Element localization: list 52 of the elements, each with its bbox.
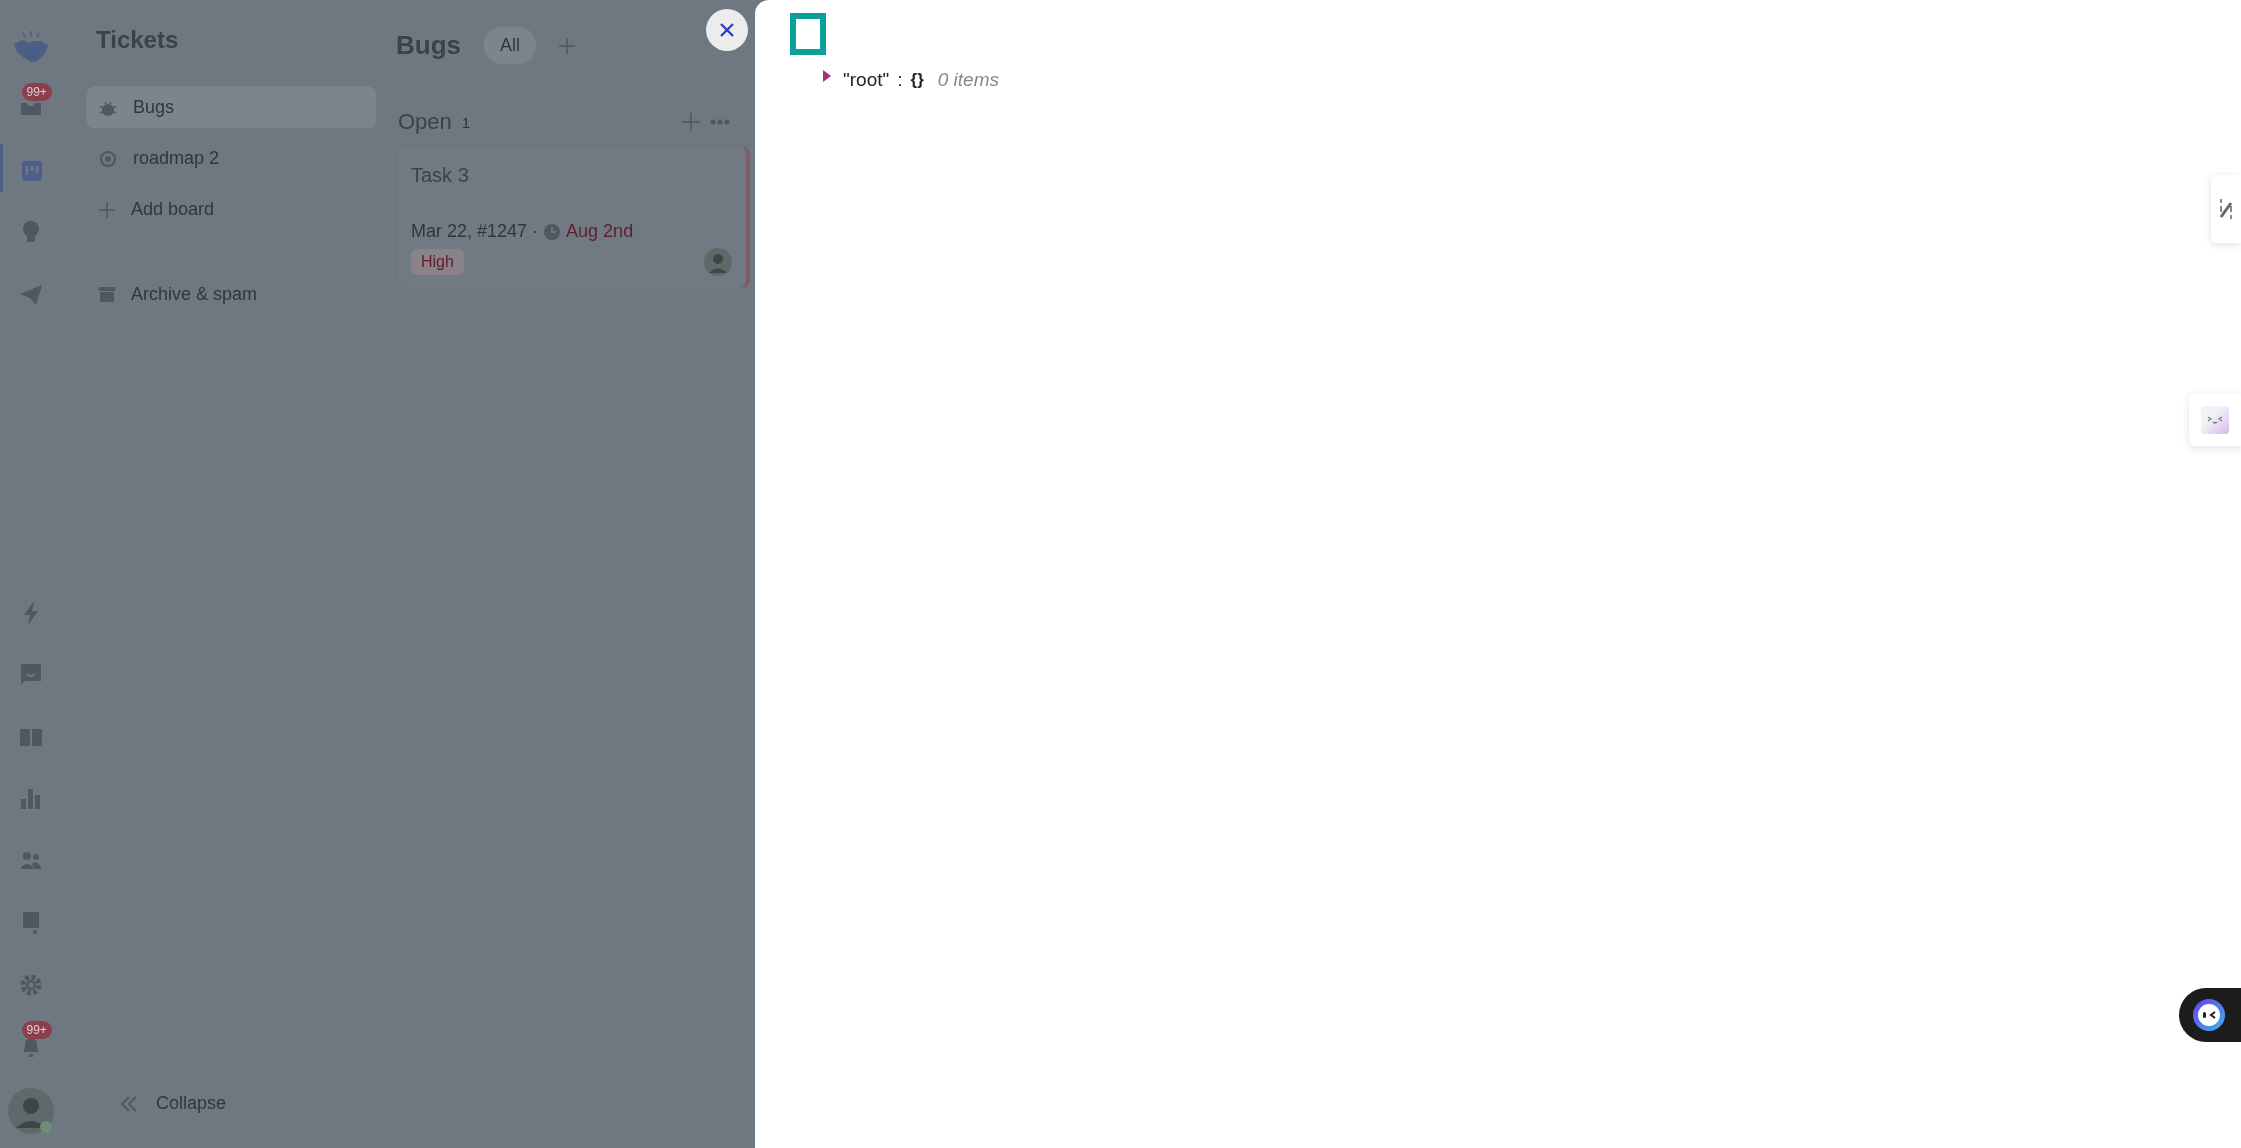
lightbulb-icon: [21, 221, 40, 245]
smile-chat-icon: [19, 663, 42, 687]
add-view-icon[interactable]: [559, 37, 575, 54]
close-icon: [719, 22, 735, 38]
settings-icon: [19, 974, 42, 996]
square-icon: [790, 13, 826, 55]
double-chevron-icon: [120, 1094, 138, 1113]
json-key: "root": [843, 69, 890, 91]
add-board-link[interactable]: Add board: [86, 188, 377, 231]
clock-icon: [544, 223, 561, 240]
card-meta: Mar 22, #1247 ·: [411, 221, 539, 242]
book-icon: [19, 728, 42, 746]
count-badge: 99+: [21, 83, 52, 101]
bell-icon: [20, 1036, 41, 1058]
column-count: 1: [461, 113, 471, 131]
side-tab[interactable]: [2189, 394, 2241, 446]
assignee-avatar: [704, 248, 732, 276]
collapse-link[interactable]: Collapse: [86, 1093, 377, 1114]
json-value: {}: [910, 70, 924, 90]
due-date: Aug 2nd: [566, 221, 634, 242]
board-link[interactable]: Bugs: [86, 86, 377, 129]
archive-link[interactable]: Archive & spam: [86, 273, 377, 316]
plus-icon: [99, 201, 115, 218]
target-icon: [99, 149, 117, 168]
split-icon: [2218, 197, 2234, 221]
count-badge: 99+: [21, 1021, 52, 1039]
card-title: Task 3: [411, 164, 470, 187]
note-icon: [22, 912, 39, 934]
add-card-icon[interactable]: [682, 113, 700, 131]
people-icon: [19, 852, 42, 870]
lightning-icon: [21, 601, 40, 625]
expand-caret-icon[interactable]: [823, 70, 831, 82]
bot-face-icon: [2193, 999, 2225, 1031]
archive-icon: [99, 287, 115, 302]
item-count: 0 items: [937, 69, 999, 91]
priority-tag: High: [411, 249, 464, 275]
board-link[interactable]: roadmap 2: [86, 137, 377, 180]
inbox-icon: [18, 102, 43, 116]
more-icon[interactable]: [710, 119, 730, 125]
chat-widget-button[interactable]: [2179, 988, 2241, 1042]
user-avatar[interactable]: [7, 1088, 54, 1134]
send-icon: [18, 284, 43, 306]
nav-item[interactable]: 99+: [0, 82, 62, 130]
close-button[interactable]: [706, 9, 748, 51]
json-separator: :: [897, 69, 903, 91]
face-icon: [2201, 406, 2229, 434]
nav-item[interactable]: 99+: [0, 1020, 62, 1068]
board-icon: [22, 161, 42, 181]
view-tab[interactable]: All: [483, 26, 537, 65]
side-tab[interactable]: [2211, 175, 2241, 243]
task-card[interactable]: Task 3 Mar 22, #1247 · Aug 2nd High: [396, 145, 750, 289]
bar-chart-icon: [20, 789, 41, 809]
